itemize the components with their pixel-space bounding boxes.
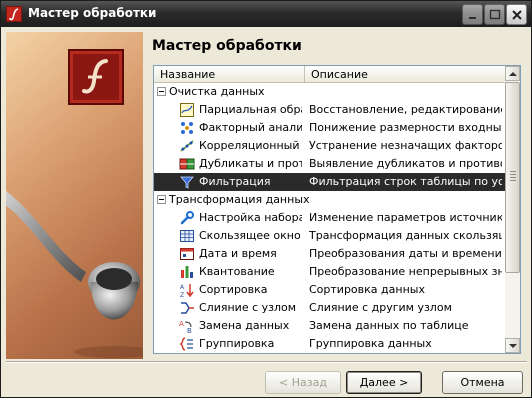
list-item-selected[interactable]: Фильтрация Фильтрация строк таблицы по у… (154, 173, 505, 191)
grip-line (510, 177, 516, 178)
replace-data-icon: A B (179, 320, 192, 334)
item-name: Дубликаты и противоречия (199, 157, 302, 170)
item-name: Дата и время (199, 247, 277, 260)
group-label: Очистка данных (169, 85, 265, 98)
column-header-name[interactable]: Название (154, 66, 305, 83)
list-item[interactable]: Слияние с узлом Слияние с другим узлом (154, 299, 505, 317)
maximize-icon (489, 9, 501, 20)
processing-list[interactable]: Название Описание Очистка данных Парциал… (153, 65, 521, 354)
list-item[interactable]: Дата и время Преобразования даты и време… (154, 245, 505, 263)
svg-text:A: A (179, 320, 184, 328)
item-description: Замена данных по таблице (309, 319, 469, 332)
wizard-window: Мастер обработки Мастер обработки Назван… (0, 0, 532, 398)
collapse-icon[interactable] (157, 87, 166, 96)
grip-line (510, 171, 516, 172)
list-item[interactable]: Квантование Преобразование непрерывных з… (154, 263, 505, 281)
next-button[interactable]: Далее > (346, 371, 422, 394)
chevron-up-icon (509, 72, 517, 76)
group-row-data-cleaning[interactable]: Очистка данных (154, 83, 505, 101)
item-name: Группировка (199, 337, 275, 350)
list-item[interactable]: Скользящее окно Трансформация данных ско… (154, 227, 505, 245)
item-name: Факторный анализ (199, 121, 302, 134)
group-label: Трансформация данных (169, 193, 310, 206)
back-button[interactable]: < Назад (265, 371, 341, 394)
item-name: Корреляционный анализ (199, 139, 302, 152)
wizard-banner-image (6, 32, 143, 359)
maximize-button[interactable] (484, 4, 505, 25)
duplicates-icon (179, 158, 195, 170)
close-button[interactable] (506, 4, 527, 25)
list-item[interactable]: Корреляционный анализ Устранение незнача… (154, 137, 505, 155)
list-item[interactable]: A Z Сортировка Сортировка данных (154, 281, 505, 299)
group-row-data-transformation[interactable]: Трансформация данных (154, 191, 505, 209)
title-bar[interactable]: Мастер обработки (1, 1, 531, 27)
item-name: Замена данных (199, 319, 290, 332)
close-icon (512, 10, 522, 20)
column-header-description[interactable]: Описание (305, 66, 505, 83)
correlation-analysis-icon (180, 140, 194, 152)
svg-text:Z: Z (180, 292, 184, 298)
scrollbar-thumb[interactable] (505, 82, 520, 273)
cancel-button[interactable]: Отмена (442, 371, 523, 394)
app-icon (6, 6, 22, 22)
grouping-icon (179, 337, 193, 351)
item-description: Восстановление, редактирование, сглажива… (309, 103, 502, 116)
list-item[interactable]: Дубликаты и противоречия Выявление дубли… (154, 155, 505, 173)
partial-processing-icon (180, 103, 194, 117)
window-title: Мастер обработки (28, 6, 157, 20)
list-item[interactable]: Настройка набора данных Изменение параме… (154, 209, 505, 227)
list-item[interactable]: Факторный анализ Понижение размерности в… (154, 119, 505, 137)
item-description: Слияние с другим узлом (309, 301, 452, 314)
item-description: Выявление дубликатов и противоречий (309, 157, 502, 170)
grip-line (510, 174, 516, 175)
date-time-icon (180, 248, 194, 260)
item-name: Сортировка (199, 283, 268, 296)
chevron-down-icon (509, 344, 517, 348)
svg-text:B: B (187, 327, 192, 334)
item-name: Фильтрация (199, 175, 302, 188)
quantization-icon (181, 266, 193, 278)
item-description: Трансформация данных скользящим окном (309, 229, 502, 242)
scroll-down-button[interactable] (505, 338, 520, 353)
list-item[interactable]: Группировка Группировка данных (154, 335, 505, 353)
item-name: Скользящее окно (199, 229, 301, 242)
factor-analysis-icon (181, 122, 193, 134)
list-rows: Очистка данных Парциальная обработка Вос… (154, 83, 505, 353)
minimize-button[interactable] (462, 4, 483, 25)
item-description: Сортировка данных (309, 283, 425, 296)
minimize-icon (469, 17, 476, 19)
dataset-settings-icon (180, 211, 194, 225)
filter-icon (180, 176, 194, 189)
svg-text:A: A (180, 284, 185, 291)
item-description: Фильтрация строк таблицы по условию (309, 175, 502, 188)
item-name: Парциальная обработка (199, 103, 302, 116)
sort-icon: A Z (180, 284, 194, 298)
item-description: Группировка данных (309, 337, 432, 350)
scroll-up-button[interactable] (505, 66, 520, 81)
sliding-window-icon (180, 230, 194, 242)
list-item[interactable]: Парциальная обработка Восстановление, ре… (154, 101, 505, 119)
item-description: Изменение параметров источника данных (309, 211, 502, 224)
collapse-icon[interactable] (157, 195, 166, 204)
list-header: Название Описание (154, 66, 505, 83)
item-name: Настройка набора данных (199, 211, 302, 224)
item-description: Понижение размерности входных факторов (309, 121, 502, 134)
item-description: Преобразование непрерывных значений (309, 265, 502, 278)
item-description: Устранение незначащих факторов (309, 139, 502, 152)
wizard-content: Мастер обработки Название Описание Очист… (143, 32, 528, 359)
item-name: Слияние с узлом (199, 301, 297, 314)
vertical-scrollbar[interactable] (505, 66, 520, 353)
brand-logo (68, 49, 124, 105)
divider (6, 361, 527, 363)
item-name: Квантование (199, 265, 275, 278)
merge-icon (181, 302, 194, 314)
page-title: Мастер обработки (152, 38, 302, 54)
list-item[interactable]: A B Замена данных Замена данных по табли… (154, 317, 505, 335)
grip-line (510, 180, 516, 181)
item-description: Преобразования даты и времени (309, 247, 502, 260)
